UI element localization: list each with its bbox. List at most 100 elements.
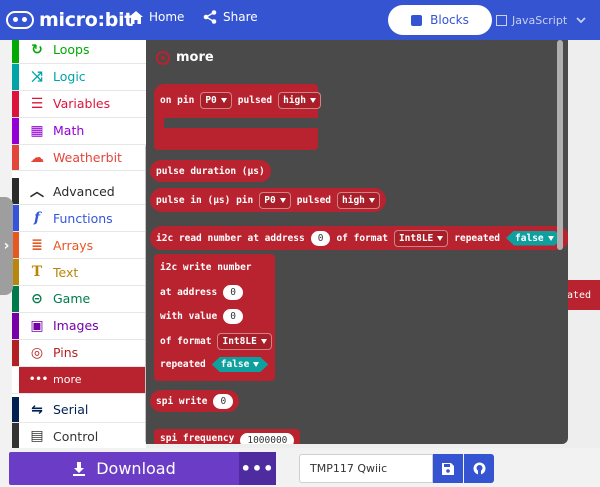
toolbox-item-advanced[interactable]: ︿ Advanced (12, 178, 146, 206)
share-label: Share (223, 10, 258, 24)
workspace-block[interactable]: ated (566, 280, 600, 310)
toolbox-item-label: Weatherbit (53, 150, 122, 165)
block-text: i2c write number (160, 262, 252, 273)
toolbox-item-text[interactable]: T Text (12, 259, 146, 287)
github-icon (473, 462, 485, 475)
toolbox-item-functions[interactable]: f Functions (12, 205, 146, 233)
frequency-input[interactable]: 1000000 (240, 433, 295, 444)
level-dropdown[interactable]: high (337, 191, 380, 209)
block-text: with value (160, 311, 218, 322)
download-icon (73, 461, 86, 476)
javascript-icon (496, 14, 507, 26)
toolbox-item-label: Control (53, 428, 99, 444)
pins-icon: ◎ (30, 344, 44, 361)
save-icon (442, 462, 454, 475)
top-bar: micro:bit Home Share Blocks JavaScript (0, 0, 600, 40)
toolbox-expand-handle[interactable]: › (0, 197, 13, 295)
download-more-button[interactable]: ••• (239, 452, 276, 485)
repeated-dropdown[interactable]: false (506, 231, 563, 246)
home-label: Home (149, 10, 185, 24)
text-icon: T (31, 264, 43, 281)
toolbox-item-more[interactable]: ••• more (12, 366, 146, 394)
toolbox-item-loops[interactable]: ↻ Loops (12, 40, 146, 64)
block-text: pulse in (µs) pin (156, 194, 254, 206)
github-button[interactable] (464, 454, 494, 483)
block-text: spi frequency (160, 433, 235, 444)
toolbox-item-label: Logic (53, 69, 86, 85)
toolbox-item-label: Variables (53, 96, 111, 112)
download-label: Download (96, 459, 176, 478)
toolbox-item-label: Game (53, 291, 91, 307)
toolbox-item-pins[interactable]: ◎ Pins (12, 339, 146, 367)
functions-icon: f (33, 210, 41, 227)
flyout-scrollbar[interactable] (557, 40, 563, 250)
block-text: spi write (156, 395, 208, 407)
share-button[interactable]: Share (203, 10, 258, 24)
pulse-in-block[interactable]: pulse in (µs) pin P0 pulsed high (150, 188, 386, 212)
pin-dropdown[interactable]: P0 (259, 191, 291, 209)
i2c-read-block[interactable]: i2c read number at address 0 of format I… (150, 226, 568, 250)
download-button[interactable]: Download (9, 452, 239, 485)
javascript-mode-button[interactable]: JavaScript (492, 5, 600, 35)
pin-dropdown[interactable]: P0 (200, 91, 232, 109)
address-input[interactable]: 0 (310, 230, 331, 246)
toolbox-item-label: Math (53, 123, 85, 139)
block-text: i2c read number at address (156, 232, 305, 244)
spi-frequency-block[interactable]: spi frequency 1000000 (154, 429, 301, 444)
toolbox-item-arrays[interactable]: ≣ Arrays (12, 232, 146, 260)
repeated-dropdown[interactable]: false (212, 357, 269, 372)
javascript-mode-label: JavaScript (512, 13, 568, 27)
block-text: at address (160, 287, 218, 298)
flyout-heading: more (156, 50, 214, 65)
toolbox-item-variables[interactable]: ☰ Variables (12, 90, 146, 118)
value-input[interactable]: 0 (223, 309, 243, 324)
format-dropdown[interactable]: Int8LE (393, 229, 449, 247)
serial-icon: ⇋ (31, 401, 43, 418)
block-text: pulsed (237, 94, 273, 106)
logo-text: micro:bit (39, 9, 134, 31)
weatherbit-icon: ☁ (30, 149, 44, 166)
blocks-mode-label: Blocks (430, 13, 469, 27)
level-dropdown[interactable]: high (278, 91, 321, 109)
toolbox-item-serial[interactable]: ⇋ Serial (12, 396, 146, 424)
loops-icon: ↻ (31, 41, 43, 58)
arrays-icon: ≣ (31, 237, 43, 254)
blocks-mode-button[interactable]: Blocks (388, 5, 492, 35)
i2c-write-block[interactable]: i2c write number at address 0 with value… (154, 254, 275, 381)
toolbox-item-game[interactable]: ⊝ Game (12, 286, 146, 313)
chevron-up-icon: ︿ (30, 184, 44, 201)
share-icon (203, 10, 217, 24)
address-input[interactable]: 0 (223, 285, 243, 300)
chevron-down-icon[interactable] (576, 16, 586, 24)
logic-icon: ⤨ (31, 68, 43, 85)
spi-value-input[interactable]: 0 (213, 393, 234, 409)
variables-icon: ☰ (30, 95, 44, 112)
toolbox: ↻ Loops ⤨ Logic ☰ Variables ▦ Math ☁ Wea… (12, 40, 146, 448)
more-dots-icon: ••• (240, 459, 275, 478)
microbit-logo[interactable]: micro:bit (6, 6, 133, 34)
game-icon: ⊝ (31, 290, 43, 307)
pins-icon (156, 50, 170, 65)
microbit-logo-icon (6, 11, 34, 29)
toolbox-item-logic[interactable]: ⤨ Logic (12, 63, 146, 91)
project-name-input[interactable]: TMP117 Qwiic (299, 454, 433, 483)
save-button[interactable] (433, 454, 463, 483)
block-mouth (164, 118, 318, 128)
format-dropdown[interactable]: Int8LE (217, 333, 272, 350)
home-button[interactable]: Home (129, 10, 184, 24)
on-pin-pulsed-header: on pin P0 pulsed high (154, 87, 327, 113)
flyout-title: more (176, 50, 214, 65)
toolbox-item-math[interactable]: ▦ Math (12, 117, 146, 145)
block-text: of format (160, 336, 212, 347)
block-text: pulse duration (µs) (156, 165, 265, 177)
block-text: of format (336, 232, 388, 244)
spi-write-block[interactable]: spi write 0 (150, 390, 240, 412)
block-text: repeated (454, 232, 501, 244)
toolbox-item-control[interactable]: ▤ Control (12, 423, 146, 448)
math-icon: ▦ (30, 122, 44, 139)
toolbox-item-label: Images (53, 318, 99, 334)
toolbox-item-label: Functions (53, 210, 113, 226)
toolbox-item-weatherbit[interactable]: ☁ Weatherbit (12, 144, 146, 172)
toolbox-item-images[interactable]: ▣ Images (12, 312, 146, 340)
pulse-duration-block[interactable]: pulse duration (µs) (150, 160, 271, 182)
